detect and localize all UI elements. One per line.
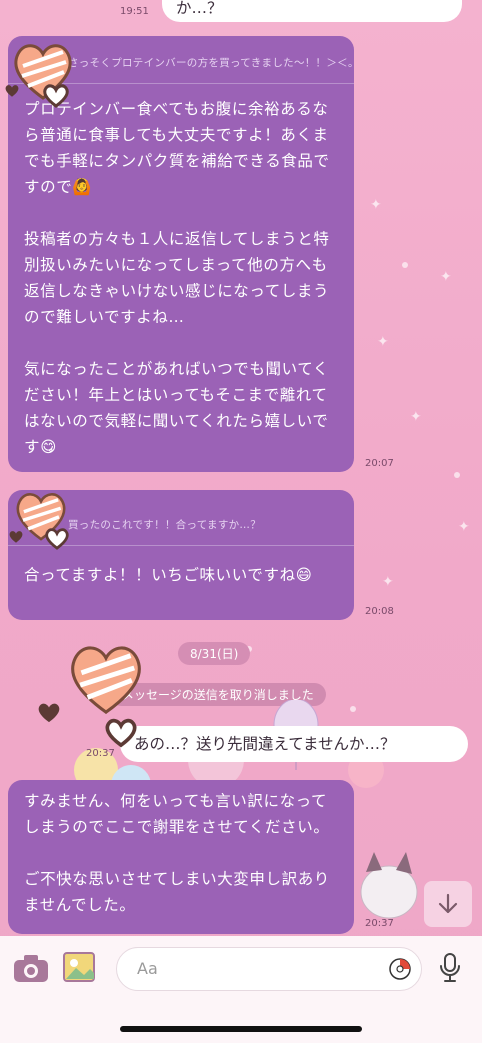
heart-sticker-icon [58,636,154,722]
sent-bubble[interactable]: あの…？送り先間違えてませんか…？ [120,726,468,762]
camera-button[interactable] [12,952,50,988]
sent-time: 20:37 [86,748,115,759]
top-sent-bubble: か…？ [162,0,462,22]
brown-heart-icon [8,530,24,544]
scroll-down-icon [438,893,458,914]
mic-button[interactable] [438,952,462,988]
emoji-icon [389,958,411,980]
home-indicator [120,1026,362,1032]
message-text: すみません、何をいっても言い訳になってしまうのでここで謝罪をさせてください。 ご… [24,792,330,914]
small-heart-icon [42,84,70,108]
scroll-down-button[interactable] [424,881,472,927]
brown-heart-icon [36,702,62,724]
message-bubble[interactable]: すみません、何をいっても言い訳になってしまうのでここで謝罪をさせてください。 ご… [8,780,354,934]
message-time: 20:07 [365,458,394,469]
message-input-container[interactable] [116,947,422,991]
mic-icon [440,953,460,982]
cat-sticker-icon [354,842,424,926]
date-divider: 8/31(日) [178,642,251,665]
camera-icon [14,955,48,982]
message-text: プロテインバー食べてもお腹に余裕あるなら普通に食事しても大丈夫ですよ！あくまでも… [24,100,330,456]
message-input[interactable] [135,958,379,979]
small-heart-icon [44,528,70,550]
small-heart-icon [104,718,138,748]
message-text: 合ってますよ！！いちご味いいですね😄 [24,566,313,584]
brown-heart-icon [4,84,20,98]
top-message-time: 19:51 [120,6,149,17]
photo-button[interactable] [62,950,96,988]
photo-icon [63,952,95,982]
emoji-button[interactable] [389,958,411,984]
message-time: 20:08 [365,606,394,617]
